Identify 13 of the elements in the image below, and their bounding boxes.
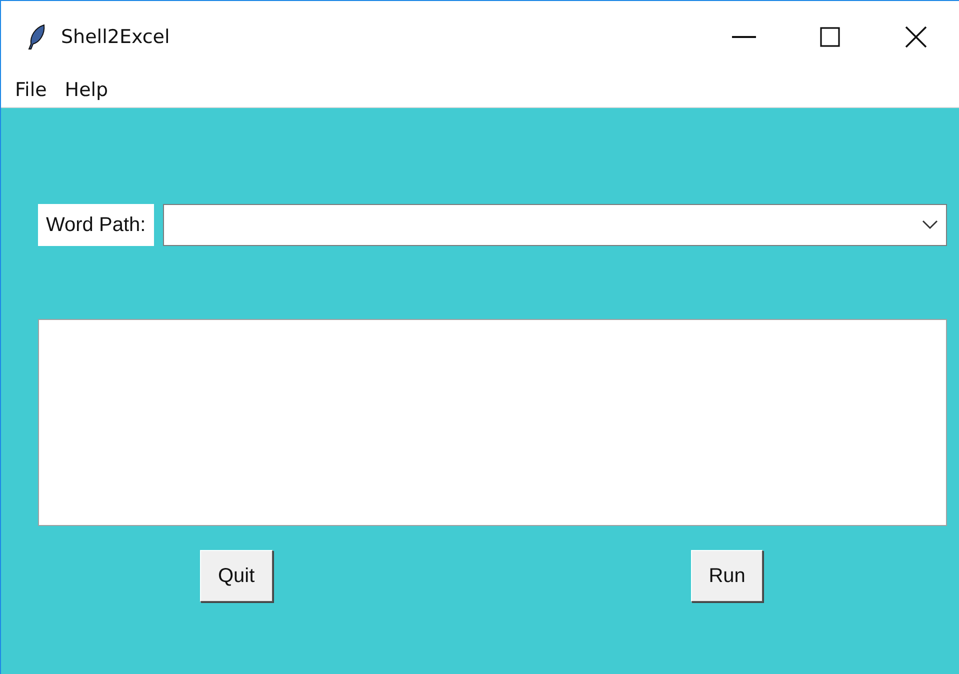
maximize-icon xyxy=(820,27,840,47)
window-title: Shell2Excel xyxy=(61,26,170,48)
minimize-icon xyxy=(732,35,756,39)
menu-item[interactable]: File xyxy=(11,79,57,101)
feather-icon xyxy=(27,24,47,50)
run-button[interactable]: Run xyxy=(690,550,764,602)
field-label: Word Path: xyxy=(38,204,154,246)
quit-button[interactable]: Quit xyxy=(200,550,273,602)
chevron-icon xyxy=(922,220,938,230)
close-icon xyxy=(905,26,927,48)
menu-item[interactable]: Help xyxy=(60,79,118,101)
text-area[interactable] xyxy=(38,319,947,526)
path-combobox[interactable] xyxy=(162,204,947,246)
